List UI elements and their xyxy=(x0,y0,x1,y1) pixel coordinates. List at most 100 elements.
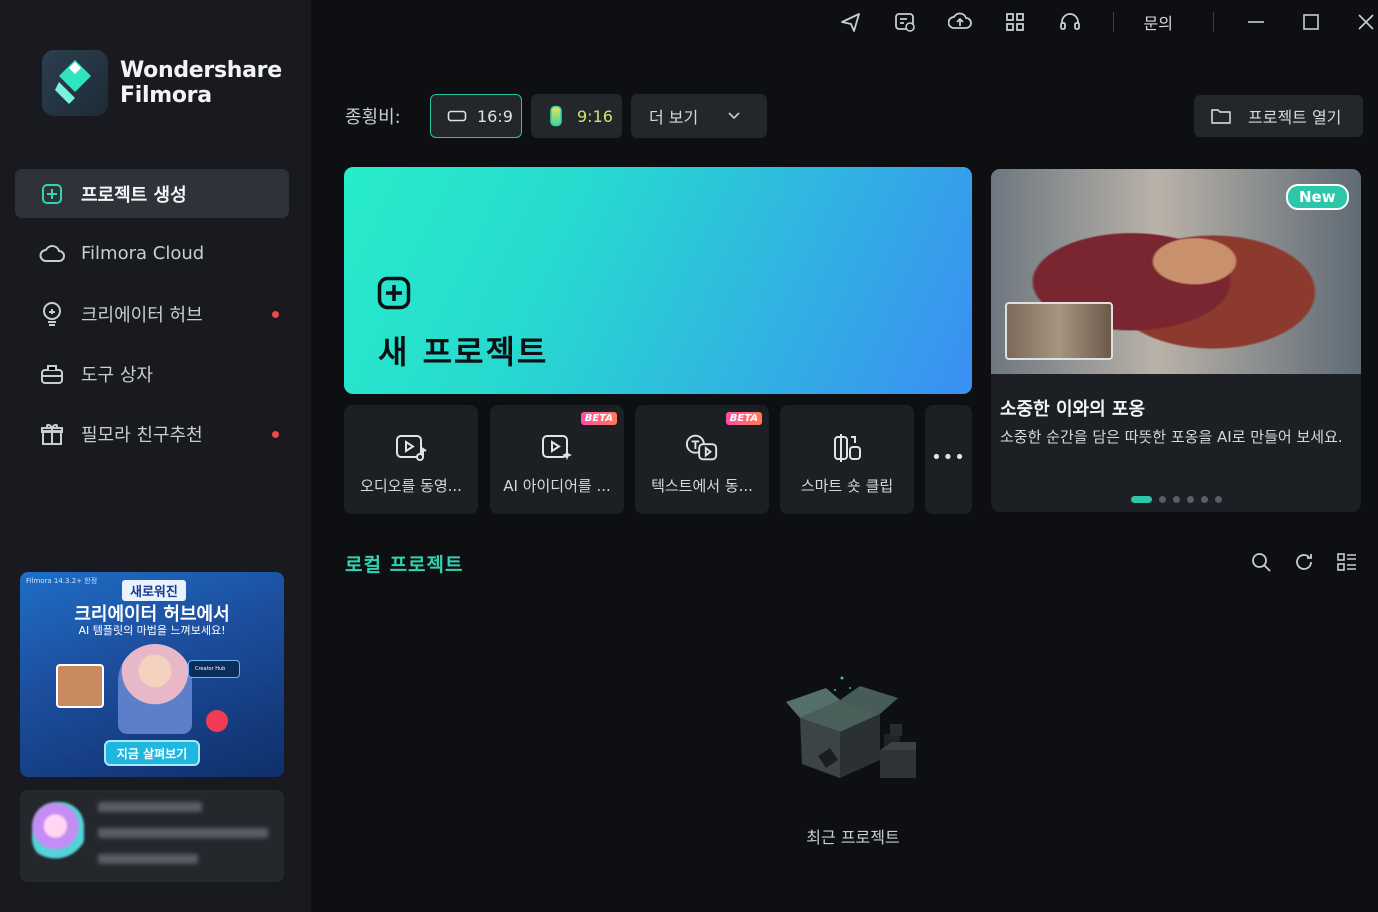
plus-square-icon xyxy=(39,181,65,207)
banner-version: Filmora 14.3.2+ 한정 xyxy=(26,577,98,585)
open-project-label: 프로젝트 열기 xyxy=(1248,108,1342,127)
inquiry-button[interactable]: 문의 xyxy=(1144,10,1173,34)
carousel-dot[interactable] xyxy=(1215,496,1222,503)
more-dots-icon: ••• xyxy=(931,447,966,468)
local-projects-title: 로컬 프로젝트 xyxy=(345,554,464,576)
cloud-icon xyxy=(39,241,65,267)
cloud-upload-icon[interactable] xyxy=(947,10,972,34)
blurred-username xyxy=(98,802,202,812)
banner-photo-card xyxy=(56,664,104,708)
sidebar-item-toolbox[interactable]: 도구 상자 xyxy=(15,349,289,398)
ratio-9-16-button[interactable]: 9:16 xyxy=(531,94,622,138)
chevron-down-icon xyxy=(728,112,740,120)
list-view-icon[interactable] xyxy=(1336,551,1358,573)
titlebar-divider xyxy=(1112,12,1114,32)
ratio-9-16-label: 9:16 xyxy=(577,106,613,126)
sidebar-item-label: 필모라 친구추천 xyxy=(81,424,203,446)
ratio-16-9-button[interactable]: 16:9 xyxy=(430,94,522,138)
bulb-icon xyxy=(39,301,65,327)
carousel-dot[interactable] xyxy=(1131,496,1152,503)
aspect-ratio-label: 종횡비: xyxy=(345,107,401,128)
sidebar-item-label: 프로젝트 생성 xyxy=(81,184,187,206)
blurred-plan-info xyxy=(98,854,198,864)
carousel-dot[interactable] xyxy=(1159,496,1166,503)
titlebar: 문의 xyxy=(838,10,1378,34)
empty-state-label: 최근 프로젝트 xyxy=(806,828,900,847)
close-icon[interactable] xyxy=(1354,10,1378,34)
tile-audio-to-video[interactable]: 오디오를 동영... xyxy=(344,405,478,514)
brand-line-1: Wondershare xyxy=(120,58,282,83)
sidebar-item-filmora-cloud[interactable]: Filmora Cloud xyxy=(15,229,289,278)
notification-dot xyxy=(272,311,279,318)
landscape-icon xyxy=(447,110,467,122)
new-project-label: 새 프로젝트 xyxy=(378,333,549,371)
audio-to-video-icon xyxy=(394,431,428,465)
local-projects-tools xyxy=(1229,551,1358,573)
promo-description: 소중한 순간을 담은 따뜻한 포옹을 AI로 만들어 보세요. xyxy=(1000,428,1343,446)
filmora-logo-icon xyxy=(42,50,108,116)
more-ratios-dropdown[interactable]: 더 보기 xyxy=(631,94,767,138)
sidebar-item-create-project[interactable]: 프로젝트 생성 xyxy=(15,169,289,218)
blurred-account-info xyxy=(98,828,268,838)
refresh-icon[interactable] xyxy=(1293,551,1315,573)
heart-icon xyxy=(206,710,228,732)
user-profile-card[interactable] xyxy=(20,790,284,882)
gift-icon xyxy=(39,421,65,447)
new-badge: New xyxy=(1286,184,1349,210)
tile-ai-idea-to-video[interactable]: BETA AI 아이디어를 ... xyxy=(490,405,624,514)
ai-idea-icon xyxy=(540,431,574,465)
sidebar-item-friend-referral[interactable]: 필모라 친구추천 xyxy=(15,409,289,458)
creator-hub-banner[interactable]: Filmora 14.3.2+ 한정 새로워진 크리에이터 허브에서 AI 템플… xyxy=(20,572,284,777)
schedule-icon[interactable] xyxy=(893,10,917,34)
empty-box-illustration xyxy=(780,668,920,788)
sidebar-item-label: 도구 상자 xyxy=(81,364,153,386)
brand-line-2: Filmora xyxy=(120,83,212,108)
apps-grid-icon[interactable] xyxy=(1003,10,1027,34)
search-icon[interactable] xyxy=(1250,551,1272,573)
carousel-indicator xyxy=(1131,496,1229,503)
promo-source-thumbnail xyxy=(1005,302,1113,360)
beta-badge: BETA xyxy=(725,412,762,425)
carousel-dot[interactable] xyxy=(1173,496,1180,503)
tile-label: 오디오를 동영... xyxy=(360,477,462,495)
tile-label: 스마트 숏 클립 xyxy=(800,477,894,495)
ratio-16-9-label: 16:9 xyxy=(477,106,513,126)
carousel-dot[interactable] xyxy=(1187,496,1194,503)
plus-square-icon xyxy=(377,276,411,310)
more-ratios-label: 더 보기 xyxy=(649,108,699,127)
banner-tag: 새로워진 xyxy=(122,580,186,601)
sidebar-item-label: Filmora Cloud xyxy=(81,243,205,264)
open-project-button[interactable]: 프로젝트 열기 xyxy=(1194,95,1363,137)
promo-title: 소중한 이와의 포옹 xyxy=(1000,399,1146,420)
sidebar-nav: 프로젝트 생성 Filmora Cloud 크리에이터 허브 도구 상자 필모라… xyxy=(15,169,289,469)
sidebar-item-label: 크리에이터 허브 xyxy=(81,304,203,326)
toolbox-icon xyxy=(39,361,65,387)
tile-smart-short-clip[interactable]: 스마트 숏 클립 xyxy=(780,405,914,514)
smart-short-clip-icon xyxy=(830,431,864,465)
minimize-icon[interactable] xyxy=(1244,10,1268,34)
notification-dot xyxy=(272,431,279,438)
more-tools-button[interactable]: ••• xyxy=(925,405,972,514)
promo-card[interactable]: New 소중한 이와의 포옹 소중한 순간을 담은 따뜻한 포옹을 AI로 만들… xyxy=(991,169,1361,512)
portrait-icon xyxy=(550,105,562,127)
banner-character-image xyxy=(118,644,192,734)
avatar xyxy=(32,802,84,862)
tile-label: AI 아이디어를 ... xyxy=(503,477,611,495)
banner-cta-button[interactable]: 지금 살펴보기 xyxy=(104,740,200,766)
titlebar-divider xyxy=(1213,12,1214,32)
app-logo: Wondershare Filmora xyxy=(42,50,282,116)
carousel-dot[interactable] xyxy=(1201,496,1208,503)
banner-subline: AI 템플릿의 마법을 느껴보세요! xyxy=(78,624,226,637)
text-to-video-icon xyxy=(685,431,719,465)
send-icon[interactable] xyxy=(838,10,862,34)
beta-badge: BETA xyxy=(580,412,617,425)
maximize-icon[interactable] xyxy=(1299,10,1323,34)
sidebar: Wondershare Filmora 프로젝트 생성 Filmora Clou… xyxy=(0,0,311,912)
headset-icon[interactable] xyxy=(1058,10,1082,34)
tile-text-to-video[interactable]: BETA 텍스트에서 동... xyxy=(635,405,769,514)
folder-icon xyxy=(1211,109,1231,124)
tile-label: 텍스트에서 동... xyxy=(651,477,753,495)
new-project-card[interactable]: 새 프로젝트 xyxy=(344,167,972,394)
banner-creator-hub-card: Creator Hub xyxy=(188,660,240,678)
sidebar-item-creator-hub[interactable]: 크리에이터 허브 xyxy=(15,289,289,338)
